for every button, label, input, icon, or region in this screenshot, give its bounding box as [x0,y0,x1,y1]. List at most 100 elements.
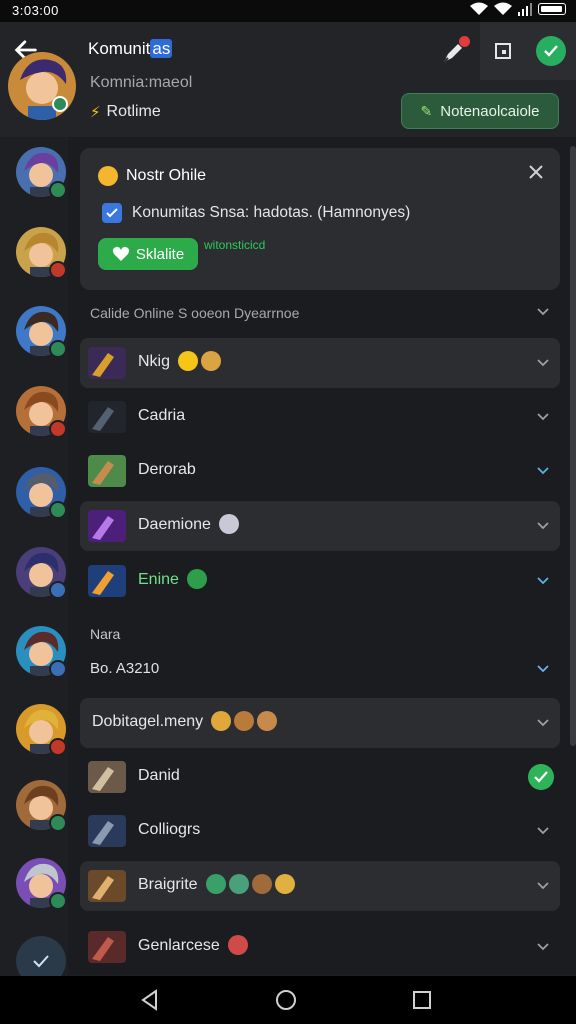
chevron-down-icon[interactable] [536,662,550,676]
notification-settings-button[interactable]: ✎ Notenaolcaiole [401,93,559,129]
status-badge [49,892,67,910]
presence-status-text: Rotlime [106,103,161,120]
channel-row[interactable]: Danid [80,752,560,802]
channel-row[interactable]: Colliogrs [80,806,560,856]
status-badge [49,261,67,279]
emoji-icon [178,351,198,371]
status-badge [49,814,67,832]
scrollbar[interactable] [570,146,576,746]
square-icon [495,43,511,59]
chevron-down-icon[interactable] [536,574,550,588]
battery-icon [538,3,566,15]
emoji-icon [219,514,239,534]
recents-square-icon[interactable] [410,988,434,1012]
back-triangle-icon[interactable] [138,988,162,1012]
channel-name: Braigrite [138,876,198,893]
emoji-icon [252,874,272,894]
check-icon [544,45,558,57]
chevron-down-icon[interactable] [536,356,550,370]
channel-name: Enine [138,571,179,588]
channel-row[interactable]: Daemione [80,501,560,551]
wifi-icon-2 [494,2,512,15]
close-icon[interactable] [526,162,546,182]
page-title: Komunit as [88,39,173,59]
chevron-down-icon[interactable] [536,410,550,424]
page-title-text: Komunit [88,39,151,58]
chevron-down-icon[interactable] [536,519,550,533]
channel-name: Daemione [138,516,211,533]
banner-note: witonsticicd [204,238,266,252]
section-header[interactable]: Nara [90,626,120,642]
status-badge [49,738,67,756]
check-icon [33,955,49,968]
status-icons [470,2,566,16]
notification-dot [459,36,470,47]
emoji-group [211,711,277,731]
channel-name: Dobitagel.meny [92,713,204,730]
banner-title-text: Nostr Ohile [126,167,207,184]
bolt-icon: ⚡ [90,104,101,121]
edit-button[interactable] [440,36,470,66]
link-icon [102,203,122,223]
channel-name: Colliogrs [138,821,201,838]
channel-row[interactable]: Derorab [80,446,560,496]
signal-icon [518,3,532,16]
channel-name: Nkig [138,353,171,370]
channel-thumbnail [88,931,126,963]
wifi-icon [470,2,488,15]
status-badge [49,181,67,199]
channel-thumbnail [88,510,126,542]
chevron-down-icon[interactable] [536,879,550,893]
emoji-icon [211,711,231,731]
banner-action-label: Sklalite [135,245,185,263]
joined-check-icon [528,764,554,790]
channel-row[interactable]: Dobitagel.meny [80,698,560,748]
chevron-down-icon[interactable] [536,464,550,478]
emoji-group [206,874,295,894]
emoji-icon [187,569,207,589]
chevron-down-icon[interactable] [536,305,550,319]
channel-name: Derorab [138,461,196,478]
channel-thumbnail [88,347,126,379]
chevron-down-icon[interactable] [536,716,550,730]
status-badge [49,340,67,358]
channel-thumbnail [88,870,126,902]
channel-row[interactable]: Braigrite [80,861,560,911]
emoji-icon [234,711,254,731]
chevron-down-icon[interactable] [536,824,550,838]
channel-thumbnail [88,815,126,847]
emoji-group [228,935,248,955]
channel-thumbnail [88,761,126,793]
channel-row[interactable]: Nkig [80,338,560,388]
heart-icon [112,246,129,261]
emoji-icon [257,711,277,731]
channel-name: Genlarcese [138,937,220,954]
header-avatar-image [8,52,76,120]
home-circle-icon[interactable] [274,988,298,1012]
emoji-icon [206,874,226,894]
confirm-button[interactable] [526,22,576,80]
chevron-down-icon[interactable] [536,940,550,954]
channel-row[interactable]: Cadria [80,392,560,442]
page-subtitle: Komnia:maeol [90,74,193,91]
status-badge [49,501,67,519]
emoji-group [178,351,221,371]
emoji-group [187,569,207,589]
notification-settings-label: Notenaolcaiole [440,102,540,120]
channel-thumbnail [88,401,126,433]
header-avatar[interactable] [8,52,76,120]
channel-row[interactable]: Genlarcese [80,922,560,972]
info-banner: Nostr Ohile Konumitas Snsa: hadotas. (Ha… [80,148,560,290]
chat-header: Komunit as Komnia:maeol ⚡ Rotlime ✎ Noten… [0,22,576,137]
square-button[interactable] [480,22,526,80]
pencil-icon: ✎ [420,102,433,119]
status-badge [49,660,67,678]
status-bar: 3:03:00 [0,0,576,22]
system-nav-bar [0,976,576,1024]
section-header[interactable]: Calide Online S ooeon Dyearrnoe [90,305,299,321]
emoji-group [219,514,239,534]
emoji-icon [228,935,248,955]
banner-action-button[interactable]: Sklalite [98,238,198,270]
banner-message: Konumitas Snsa: hadotas. (Hamnonyes) [102,203,410,223]
channel-row[interactable]: Enine [80,556,560,606]
